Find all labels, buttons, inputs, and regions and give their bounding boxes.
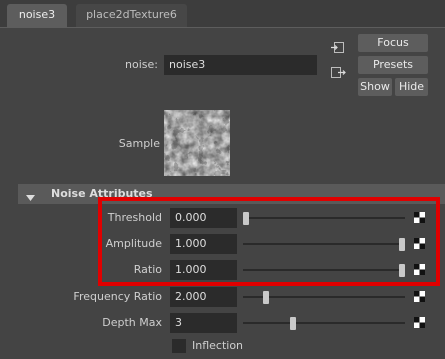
- amplitude-label: Amplitude: [105, 237, 162, 250]
- checker-map-icon[interactable]: [414, 212, 425, 223]
- ratio-label: Ratio: [133, 263, 162, 276]
- depth-max-slider-handle[interactable]: [290, 317, 296, 330]
- ratio-slider-handle[interactable]: [399, 264, 405, 277]
- checker-map-icon[interactable]: [414, 317, 425, 328]
- frequency-ratio-slider-handle[interactable]: [263, 291, 269, 304]
- node-type-label: noise:: [125, 58, 158, 71]
- frequency-ratio-field[interactable]: 2.000: [170, 287, 237, 307]
- tab-place2dtexture6[interactable]: place2dTexture6: [76, 4, 187, 27]
- depth-max-field[interactable]: 3: [170, 313, 237, 333]
- amplitude-field[interactable]: 1.000: [170, 234, 237, 254]
- frequency-ratio-label: Frequency Ratio: [73, 290, 162, 303]
- amplitude-slider[interactable]: [243, 243, 405, 245]
- checker-map-icon[interactable]: [414, 238, 425, 249]
- checker-map-icon[interactable]: [414, 291, 425, 302]
- noise-sample-swatch[interactable]: [164, 110, 230, 176]
- section-title: Noise Attributes: [51, 187, 153, 200]
- sample-label: Sample: [118, 137, 160, 150]
- output-connection-icon[interactable]: [330, 66, 346, 80]
- focus-button[interactable]: Focus: [358, 34, 428, 52]
- depth-max-label: Depth Max: [102, 316, 162, 329]
- threshold-slider-handle[interactable]: [243, 212, 249, 225]
- threshold-label: Threshold: [107, 211, 162, 224]
- threshold-slider[interactable]: [243, 217, 405, 219]
- presets-button[interactable]: Presets: [358, 56, 428, 74]
- amplitude-slider-handle[interactable]: [399, 238, 405, 251]
- noise-attributes-header[interactable]: Noise Attributes: [18, 184, 445, 204]
- threshold-field[interactable]: 0.000: [170, 208, 237, 228]
- inflection-label: Inflection: [192, 339, 244, 352]
- ratio-slider[interactable]: [243, 269, 405, 271]
- checker-map-icon[interactable]: [414, 264, 425, 275]
- ratio-field[interactable]: 1.000: [170, 260, 237, 280]
- show-button[interactable]: Show: [358, 78, 392, 96]
- node-name-field[interactable]: noise3: [164, 55, 317, 75]
- inflection-checkbox[interactable]: [172, 339, 186, 353]
- input-connection-icon[interactable]: [330, 41, 346, 55]
- tab-bar: noise3 place2dTexture6: [0, 0, 445, 28]
- tab-noise3[interactable]: noise3: [7, 4, 67, 27]
- depth-max-slider[interactable]: [243, 322, 405, 324]
- collapse-triangle-icon[interactable]: [26, 190, 35, 201]
- hide-button[interactable]: Hide: [395, 78, 428, 96]
